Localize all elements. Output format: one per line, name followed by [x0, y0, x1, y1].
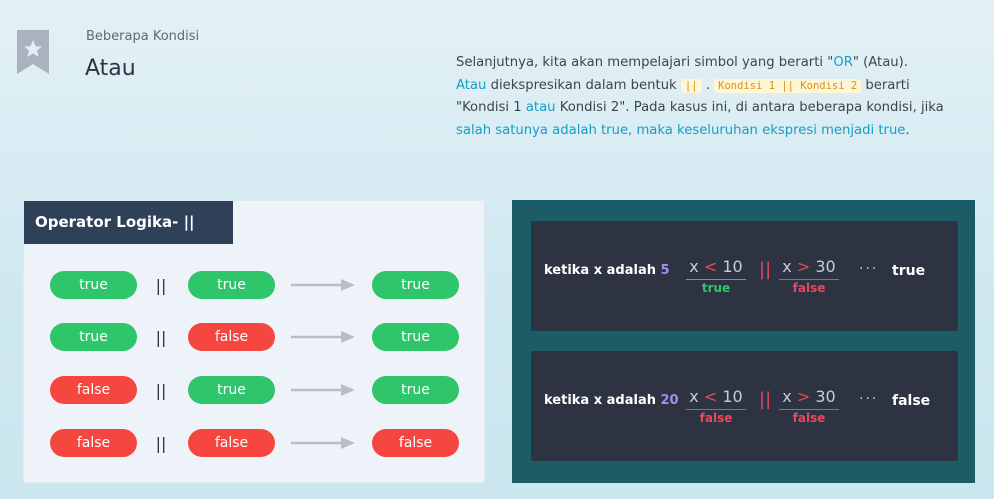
sub-result: false — [699, 411, 733, 425]
sub-result: true — [701, 281, 731, 295]
example-box: ketika x adalah 5 x < 10 true || x > 30 false… — [531, 221, 958, 331]
bookmark-icon — [16, 29, 50, 75]
final-result: true — [892, 263, 926, 279]
desc-text: Kondisi 2". Pada kasus ini, di antara be… — [555, 100, 944, 115]
desc-text: . — [905, 122, 910, 138]
arrow-right-icon — [291, 279, 355, 291]
operand-a-pill: false — [50, 376, 137, 404]
desc-text: diekspresikan dalam bentuk — [486, 77, 681, 93]
example-box: ketika x adalah 20 x < 10 false || x > 30 fal… — [531, 351, 958, 461]
condition-2: x > 30 false — [779, 257, 839, 295]
or-operator: || — [155, 328, 167, 347]
arrow-right-icon — [291, 331, 355, 343]
code-or: || — [680, 78, 702, 93]
or-operator: || — [759, 389, 772, 410]
example-label: ketika x adalah 5 — [544, 263, 670, 278]
operand-b-pill: true — [188, 271, 275, 299]
result-pill: false — [372, 429, 459, 457]
ellipsis: ··· — [859, 391, 879, 407]
result-pill: true — [372, 376, 459, 404]
or-operator: || — [155, 381, 167, 400]
sub-result: false — [792, 411, 826, 425]
condition-1: x < 10 false — [686, 387, 746, 425]
operator-card-title: Operator Logika- || — [24, 201, 233, 244]
result-pill: true — [372, 271, 459, 299]
arrow-right-icon — [291, 437, 355, 449]
sub-result: false — [792, 281, 826, 295]
or-word: OR — [833, 55, 853, 70]
x-value: 5 — [660, 263, 670, 278]
description-text: Selanjutnya, kita akan mempelajari simbo… — [456, 52, 956, 142]
atau-word: Atau — [456, 77, 487, 93]
condition-1: x < 10 true — [686, 257, 746, 295]
page-title: Atau — [85, 56, 136, 81]
ellipsis: ··· — [859, 261, 879, 277]
operand-a-pill: false — [50, 429, 137, 457]
result-pill: true — [372, 323, 459, 351]
or-operator: || — [155, 434, 167, 453]
operator-table-card: Operator Logika- || true || true true true ||… — [23, 200, 485, 483]
final-result: false — [892, 393, 931, 409]
desc-text: Selanjutnya, kita akan mempelajari simbo… — [456, 55, 834, 70]
atau-word-2: atau — [525, 100, 556, 115]
operand-b-pill: false — [188, 323, 275, 351]
or-operator: || — [759, 259, 772, 280]
operand-a-pill: true — [50, 271, 137, 299]
example-label: ketika x adalah 20 — [544, 393, 679, 408]
page-subtitle: Beberapa Kondisi — [86, 29, 200, 44]
desc-text: " (Atau). — [852, 55, 908, 70]
arrow-right-icon — [291, 384, 355, 396]
x-value: 20 — [660, 393, 679, 408]
code-expression: Kondisi 1 || Kondisi 2 — [714, 78, 862, 93]
desc-text: . — [701, 77, 715, 93]
operand-b-pill: true — [188, 376, 275, 404]
operand-a-pill: true — [50, 323, 137, 351]
operand-b-pill: false — [188, 429, 275, 457]
condition-2: x > 30 false — [779, 387, 839, 425]
highlight-text: salah satunya adalah true, maka keseluru… — [456, 122, 906, 138]
example-panel: ketika x adalah 5 x < 10 true || x > 30 false… — [512, 200, 975, 483]
or-operator: || — [155, 276, 167, 295]
